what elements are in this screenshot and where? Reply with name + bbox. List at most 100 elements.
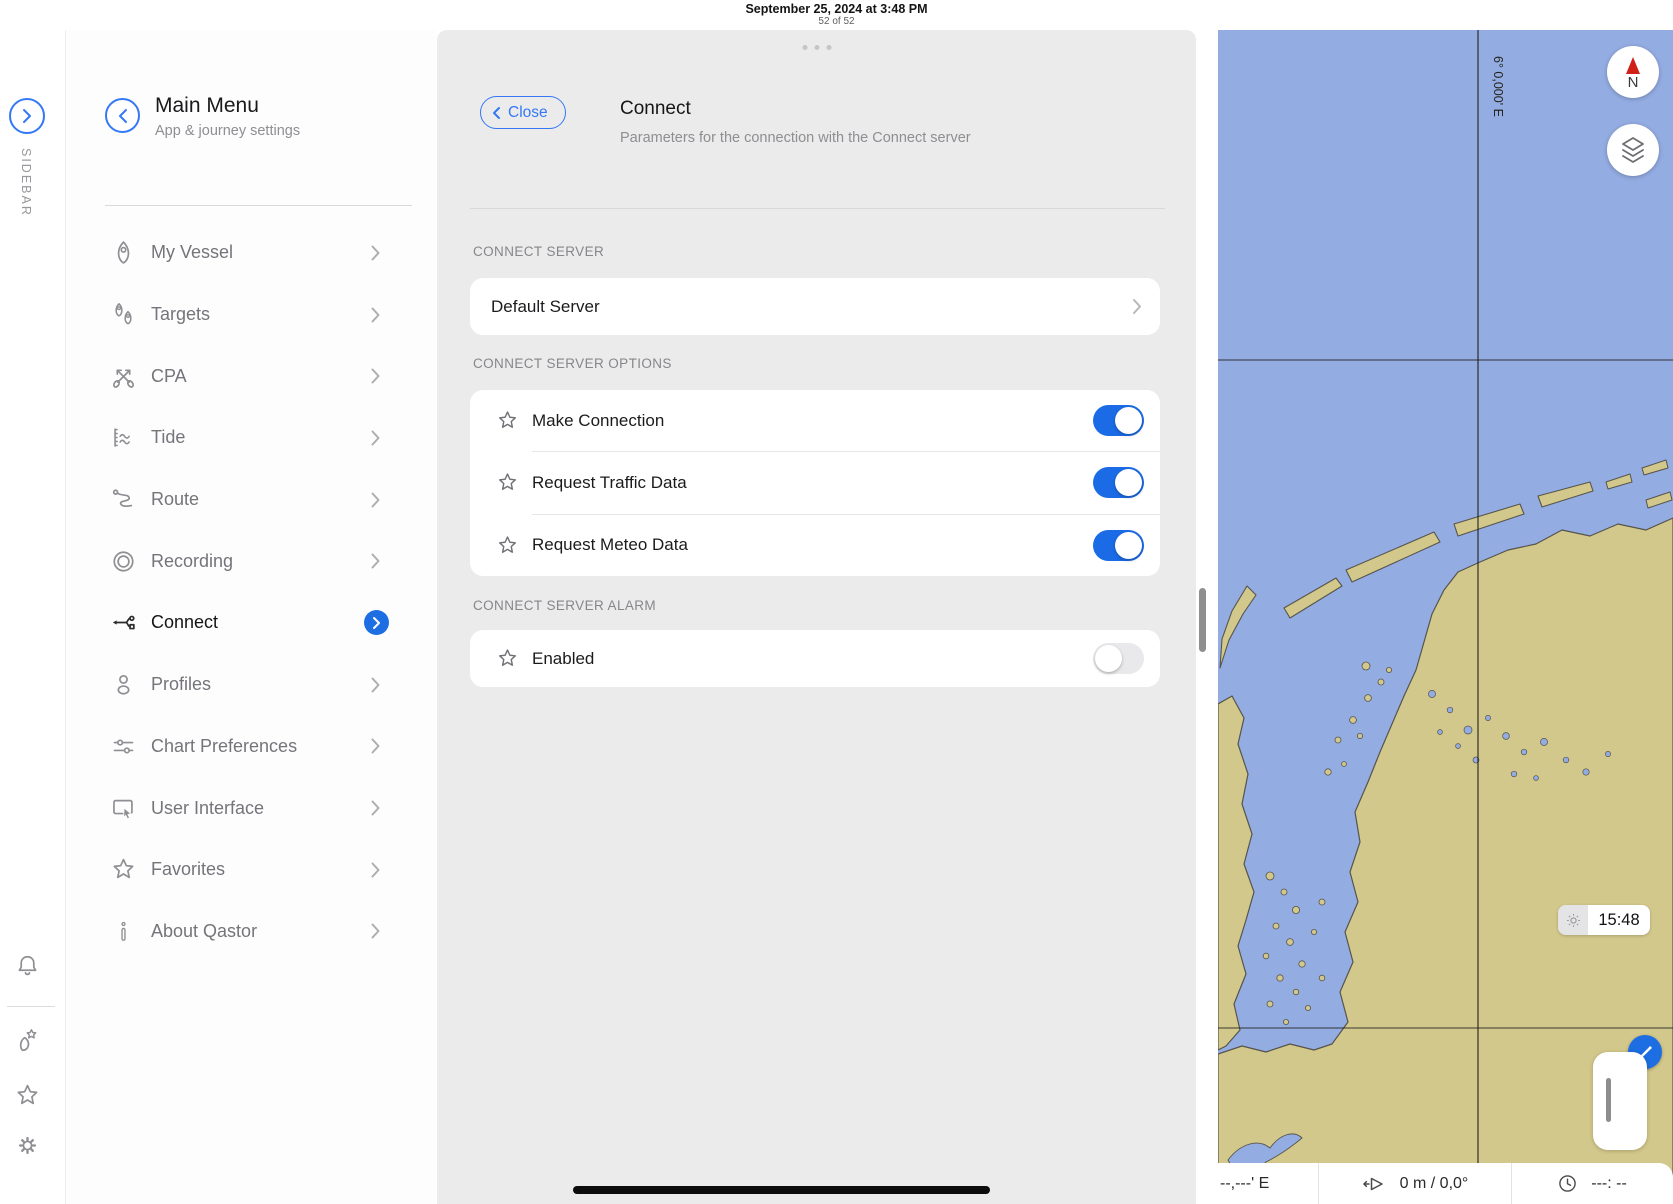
request-meteo-data-toggle[interactable] (1093, 529, 1144, 561)
daylight-icon (1558, 905, 1588, 935)
cpa-icon (113, 369, 134, 388)
option-label: Request Traffic Data (532, 472, 687, 492)
menu-item-label: User Interface (151, 797, 265, 818)
star-icon (113, 858, 134, 879)
sidebar-rail: SIDEBAR (0, 30, 66, 1204)
coordinate-readout[interactable]: --,---' E (1218, 1163, 1318, 1204)
section-header-server-alarm: CONNECT SERVER ALARM (473, 598, 657, 613)
menu-item-user-interface[interactable]: User Interface (66, 777, 437, 839)
sidebar-expand-button[interactable] (9, 98, 45, 134)
alarm-enabled-toggle[interactable] (1093, 643, 1144, 674)
chevron-right-icon (371, 553, 380, 569)
request-meteo-data-row[interactable]: Request Meteo Data (499, 513, 1160, 576)
close-button[interactable]: Close (480, 96, 566, 129)
page-indicator: 52 of 52 (818, 16, 855, 27)
section-header-server-options: CONNECT SERVER OPTIONS (473, 356, 672, 371)
user-interface-icon (113, 799, 133, 819)
close-button-label: Close (508, 103, 548, 121)
connect-settings-sheet: Close Connect Parameters for the connect… (437, 30, 1196, 1204)
chevron-right-icon (371, 738, 380, 754)
speed-heading-readout[interactable]: 0 m / 0,0° (1318, 1163, 1512, 1204)
profiles-icon (117, 675, 130, 695)
main-menu-title: Main Menu (155, 94, 259, 117)
top-header: September 25, 2024 at 3:48 PM 52 of 52 (0, 0, 1673, 30)
menu-item-targets[interactable]: Targets (66, 284, 437, 346)
compass-north-label: N (1627, 73, 1639, 91)
sheet-drag-indicator[interactable] (802, 45, 831, 50)
zoom-slider[interactable] (1593, 1052, 1647, 1150)
menu-item-route[interactable]: Route (66, 469, 437, 531)
panel-drag-handle[interactable] (1199, 588, 1206, 652)
chevron-left-icon (118, 108, 127, 123)
menu-item-chart-preferences[interactable]: Chart Preferences (66, 716, 437, 778)
menu-item-recording[interactable]: Recording (66, 530, 437, 592)
menu-item-label: Favorites (151, 859, 226, 880)
chart-map[interactable]: 6° 0,000' E N 15:48 --,---' E 0 m / 0,0°… (1218, 30, 1673, 1204)
request-traffic-data-row[interactable]: Request Traffic Data (499, 451, 1160, 513)
chevron-left-icon (493, 106, 500, 119)
map-status-bar: --,---' E 0 m / 0,0° ---: -- (1218, 1163, 1673, 1204)
chevron-right-icon (371, 677, 380, 693)
menu-item-label: About Qastor (151, 920, 258, 941)
favorite-star-icon[interactable] (496, 647, 519, 670)
map-time-value: 15:48 (1598, 910, 1640, 929)
map-clock-chip[interactable]: 15:48 (1558, 905, 1650, 935)
rail-divider (7, 1006, 55, 1007)
menu-item-favorites[interactable]: Favorites (66, 839, 437, 901)
chevron-right-icon (371, 430, 380, 446)
favorite-star-icon[interactable] (496, 534, 519, 557)
request-traffic-data-toggle[interactable] (1093, 467, 1144, 499)
menu-item-label: My Vessel (151, 242, 234, 263)
active-chevron-badge (364, 610, 389, 636)
layers-icon (1622, 137, 1644, 163)
speed-heading-value: 0 m / 0,0° (1399, 1174, 1469, 1192)
main-menu-back-button[interactable] (105, 98, 140, 133)
favorite-star-icon[interactable] (496, 471, 519, 494)
meridian-label: 6° 0,000' E (1491, 56, 1505, 117)
main-menu-subtitle: App & journey settings (155, 123, 301, 139)
chevron-right-icon (1133, 299, 1141, 314)
alarm-enabled-row[interactable]: Enabled (470, 630, 1160, 687)
menu-item-label: Tide (151, 427, 186, 448)
menu-item-label: CPA (151, 365, 187, 386)
eta-value: ---: -- (1591, 1174, 1627, 1192)
eta-readout[interactable]: ---: -- (1512, 1163, 1673, 1204)
make-connection-toggle[interactable] (1093, 405, 1144, 437)
chevron-right-icon (371, 307, 380, 323)
menu-item-cpa[interactable]: CPA (66, 345, 437, 407)
main-menu-list: My Vessel Targets CPA Tide Route Recordi… (66, 222, 437, 962)
menu-item-label: Connect (151, 612, 219, 633)
clock-icon (1559, 1175, 1577, 1192)
default-server-row[interactable]: Default Server (470, 278, 1160, 335)
zoom-slider-handle[interactable] (1606, 1078, 1611, 1122)
menu-item-label: Route (151, 489, 200, 510)
make-connection-row[interactable]: Make Connection (470, 390, 1160, 451)
home-indicator[interactable] (573, 1186, 990, 1194)
menu-item-connect[interactable]: Connect (66, 592, 437, 654)
vessel-star-icon[interactable] (14, 1027, 41, 1054)
star-icon[interactable] (14, 1082, 41, 1109)
section-header-connect-server: CONNECT SERVER (473, 244, 605, 259)
bell-icon[interactable] (14, 952, 41, 979)
chevron-right-icon (371, 800, 380, 816)
favorite-star-icon[interactable] (496, 409, 519, 432)
compass-button[interactable]: N (1607, 46, 1659, 98)
divider (105, 205, 412, 206)
chevron-right-icon (371, 492, 380, 508)
option-label: Request Meteo Data (532, 535, 688, 555)
menu-item-tide[interactable]: Tide (66, 407, 437, 469)
recording-icon (113, 551, 134, 572)
chevron-right-icon (371, 862, 380, 878)
chevron-right-icon (371, 923, 380, 939)
menu-item-my-vessel[interactable]: My Vessel (66, 222, 437, 284)
layers-button[interactable] (1607, 124, 1659, 176)
menu-item-about-qastor[interactable]: About Qastor (66, 901, 437, 963)
info-icon (121, 921, 126, 941)
qastor-app: September 25, 2024 at 3:48 PM 52 of 52 S… (0, 0, 1673, 1204)
alarm-enabled-label: Enabled (532, 648, 595, 668)
gear-icon[interactable] (14, 1132, 41, 1159)
menu-item-profiles[interactable]: Profiles (66, 654, 437, 716)
chevron-right-icon (371, 368, 380, 384)
chevron-right-icon (371, 245, 380, 261)
sheet-subtitle: Parameters for the connection with the C… (620, 130, 971, 146)
